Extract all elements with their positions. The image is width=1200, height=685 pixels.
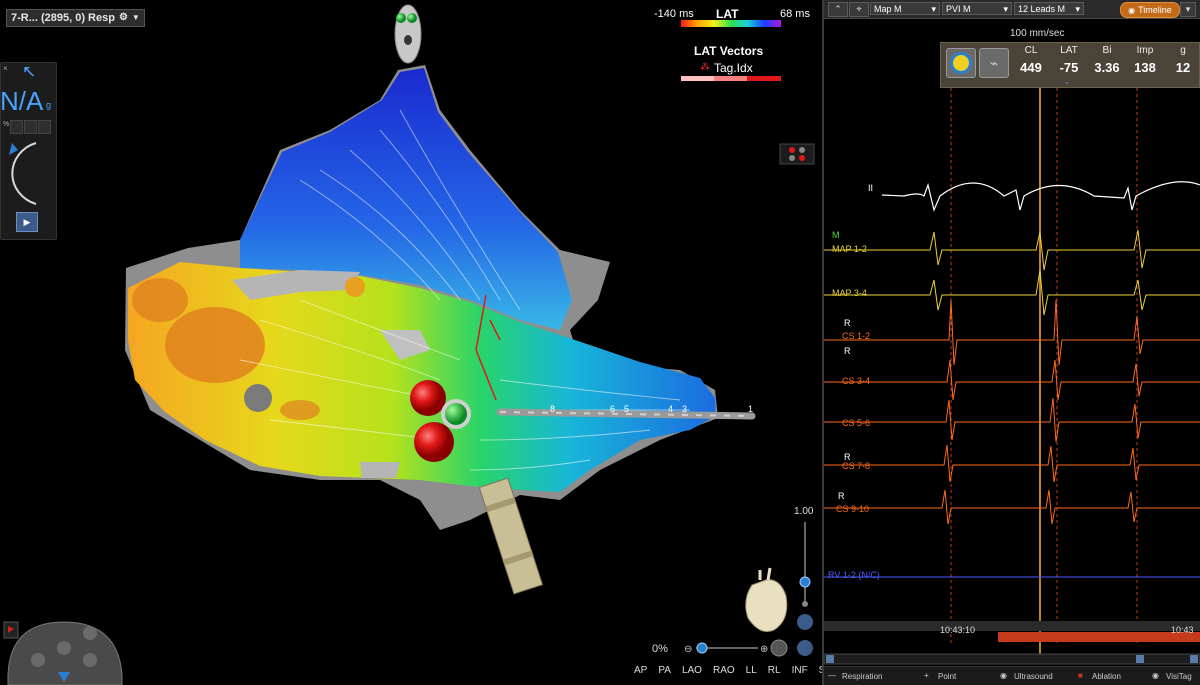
scar-area	[360, 462, 400, 478]
orange-patch	[280, 400, 320, 420]
channel-label[interactable]: R	[844, 318, 851, 328]
view-button-ll[interactable]: LL	[746, 665, 757, 676]
view-buttons: APPALAORAOLLRLINFSUP	[634, 665, 822, 676]
svg-text:⊕: ⊕	[760, 644, 768, 655]
legend-icon: +	[924, 671, 929, 680]
legend-label: VisiTag	[1166, 672, 1192, 681]
na-value: N/A	[0, 86, 44, 116]
channel-label[interactable]: CS 9-10	[836, 504, 869, 514]
orange-patch	[132, 278, 188, 322]
point-marker[interactable]	[345, 277, 365, 297]
time-label: 10:43:10	[940, 625, 976, 635]
catheter-top	[394, 4, 422, 64]
channel-label[interactable]: R	[838, 491, 845, 501]
lat-title: LAT	[716, 7, 739, 21]
legend-icon: ■	[1078, 671, 1083, 680]
orange-patch	[165, 307, 265, 383]
anatomy-map-svg[interactable]: 8 65 43 1 ⊖ ⊕	[0, 0, 822, 685]
view-button-ap[interactable]: AP	[634, 665, 647, 676]
svg-text:⊖: ⊖	[684, 644, 692, 655]
legend-label: Ultrasound	[1014, 672, 1053, 681]
electrode-label: 1	[748, 404, 753, 414]
tag-icon: ⁂	[700, 62, 710, 73]
electrode-label: 5	[624, 404, 629, 414]
lat-min: -140 ms	[654, 8, 694, 20]
channel-label[interactable]: MAP 3-4	[832, 288, 867, 298]
view-button-inf[interactable]: INF	[792, 665, 808, 676]
channel-label[interactable]: CS 3-4	[842, 376, 870, 386]
legend-icon: ◉	[1152, 671, 1159, 680]
channel-label[interactable]: II	[868, 183, 873, 193]
view-button-lao[interactable]: LAO	[682, 665, 702, 676]
catheter-tip[interactable]	[441, 399, 471, 429]
channel-label[interactable]: RV 1-2 (N/C)	[828, 570, 880, 580]
legend-icon: —	[828, 671, 836, 680]
chevron-down-icon[interactable]: ▼	[132, 10, 140, 26]
map-title-text: 7-R... (2895, 0) Resp	[11, 12, 115, 24]
legend-label: Point	[938, 672, 957, 681]
channel-label[interactable]: CS 1-2	[842, 331, 870, 341]
ecg-traces: ⌄	[824, 79, 1200, 665]
navigation-widget[interactable]	[7, 621, 123, 685]
zoom-percent: 0%	[652, 643, 668, 655]
svg-text:⌄: ⌄	[1064, 79, 1070, 86]
channel-label[interactable]: M	[832, 230, 840, 240]
ablation-tag[interactable]	[410, 380, 446, 416]
heart-orientation-icon[interactable]	[745, 567, 788, 632]
tag-label: Tag.Idx	[714, 61, 753, 75]
scroll-right-button[interactable]	[1190, 655, 1198, 663]
electrode-label: 4	[668, 404, 673, 414]
lat-max: 68 ms	[780, 8, 810, 20]
ablation-timeline[interactable]	[998, 632, 1200, 642]
percent-label: %	[3, 121, 10, 128]
scroll-left-button[interactable]	[826, 655, 834, 663]
channel-label[interactable]: R	[844, 346, 851, 356]
legend-icon: ◉	[1000, 671, 1007, 680]
ecg-viewer: ⌃ ⌖ Map M ▾ PVI M ▾ 12 Leads M ▾ ◉ Timeline…	[824, 0, 1200, 685]
tag-color-bar	[681, 76, 781, 81]
play-button[interactable]: ▶	[16, 212, 38, 232]
electrode-label: 8	[550, 404, 555, 414]
map-viewport[interactable]: 8 65 43 1 ⊖ ⊕ 7-R... (2895, 0) Resp ⚙ ▼ -14…	[0, 0, 822, 685]
zoom-slider-vertical[interactable]	[797, 522, 813, 656]
electrode-label: 6	[610, 404, 615, 414]
arrow-up-left-icon[interactable]: ↖	[22, 62, 36, 82]
view-button-pa[interactable]: PA	[658, 665, 671, 676]
channel-label[interactable]: MAP 1-2	[832, 244, 867, 254]
force-cells	[10, 120, 51, 134]
na-subscript: g	[46, 100, 52, 110]
time-label: 10:43	[1171, 625, 1194, 635]
lat-color-bar	[681, 20, 781, 27]
view-button-rl[interactable]: RL	[768, 665, 781, 676]
close-icon[interactable]: ×	[3, 64, 8, 73]
legend-bar: — Respiration + Point ◉ Ultrasound ■ Ablation ◉ V…	[824, 666, 1200, 685]
tag-icon-small[interactable]	[779, 143, 815, 165]
scale-value: 1.00	[794, 506, 814, 517]
lat-vectors-title: LAT Vectors	[694, 44, 764, 58]
legend-label: Ablation	[1092, 672, 1121, 681]
ablation-tag[interactable]	[414, 422, 454, 462]
scroll-thumb[interactable]	[1136, 655, 1144, 663]
view-button-rao[interactable]: RAO	[713, 665, 735, 676]
settings-icon[interactable]: ⚙	[119, 10, 128, 26]
time-ruler[interactable]	[824, 621, 1200, 631]
zoom-slider-horizontal[interactable]: ⊖ ⊕	[684, 639, 788, 657]
channel-label[interactable]: CS 7-8	[842, 461, 870, 471]
map-title[interactable]: 7-R... (2895, 0) Resp ⚙ ▼	[6, 9, 145, 27]
electrode-label: 3	[682, 404, 687, 414]
channel-label[interactable]: CS 5-6	[842, 418, 870, 428]
legend-label: Respiration	[842, 672, 883, 681]
vein-ostium	[244, 384, 272, 412]
force-gauge	[9, 142, 37, 205]
